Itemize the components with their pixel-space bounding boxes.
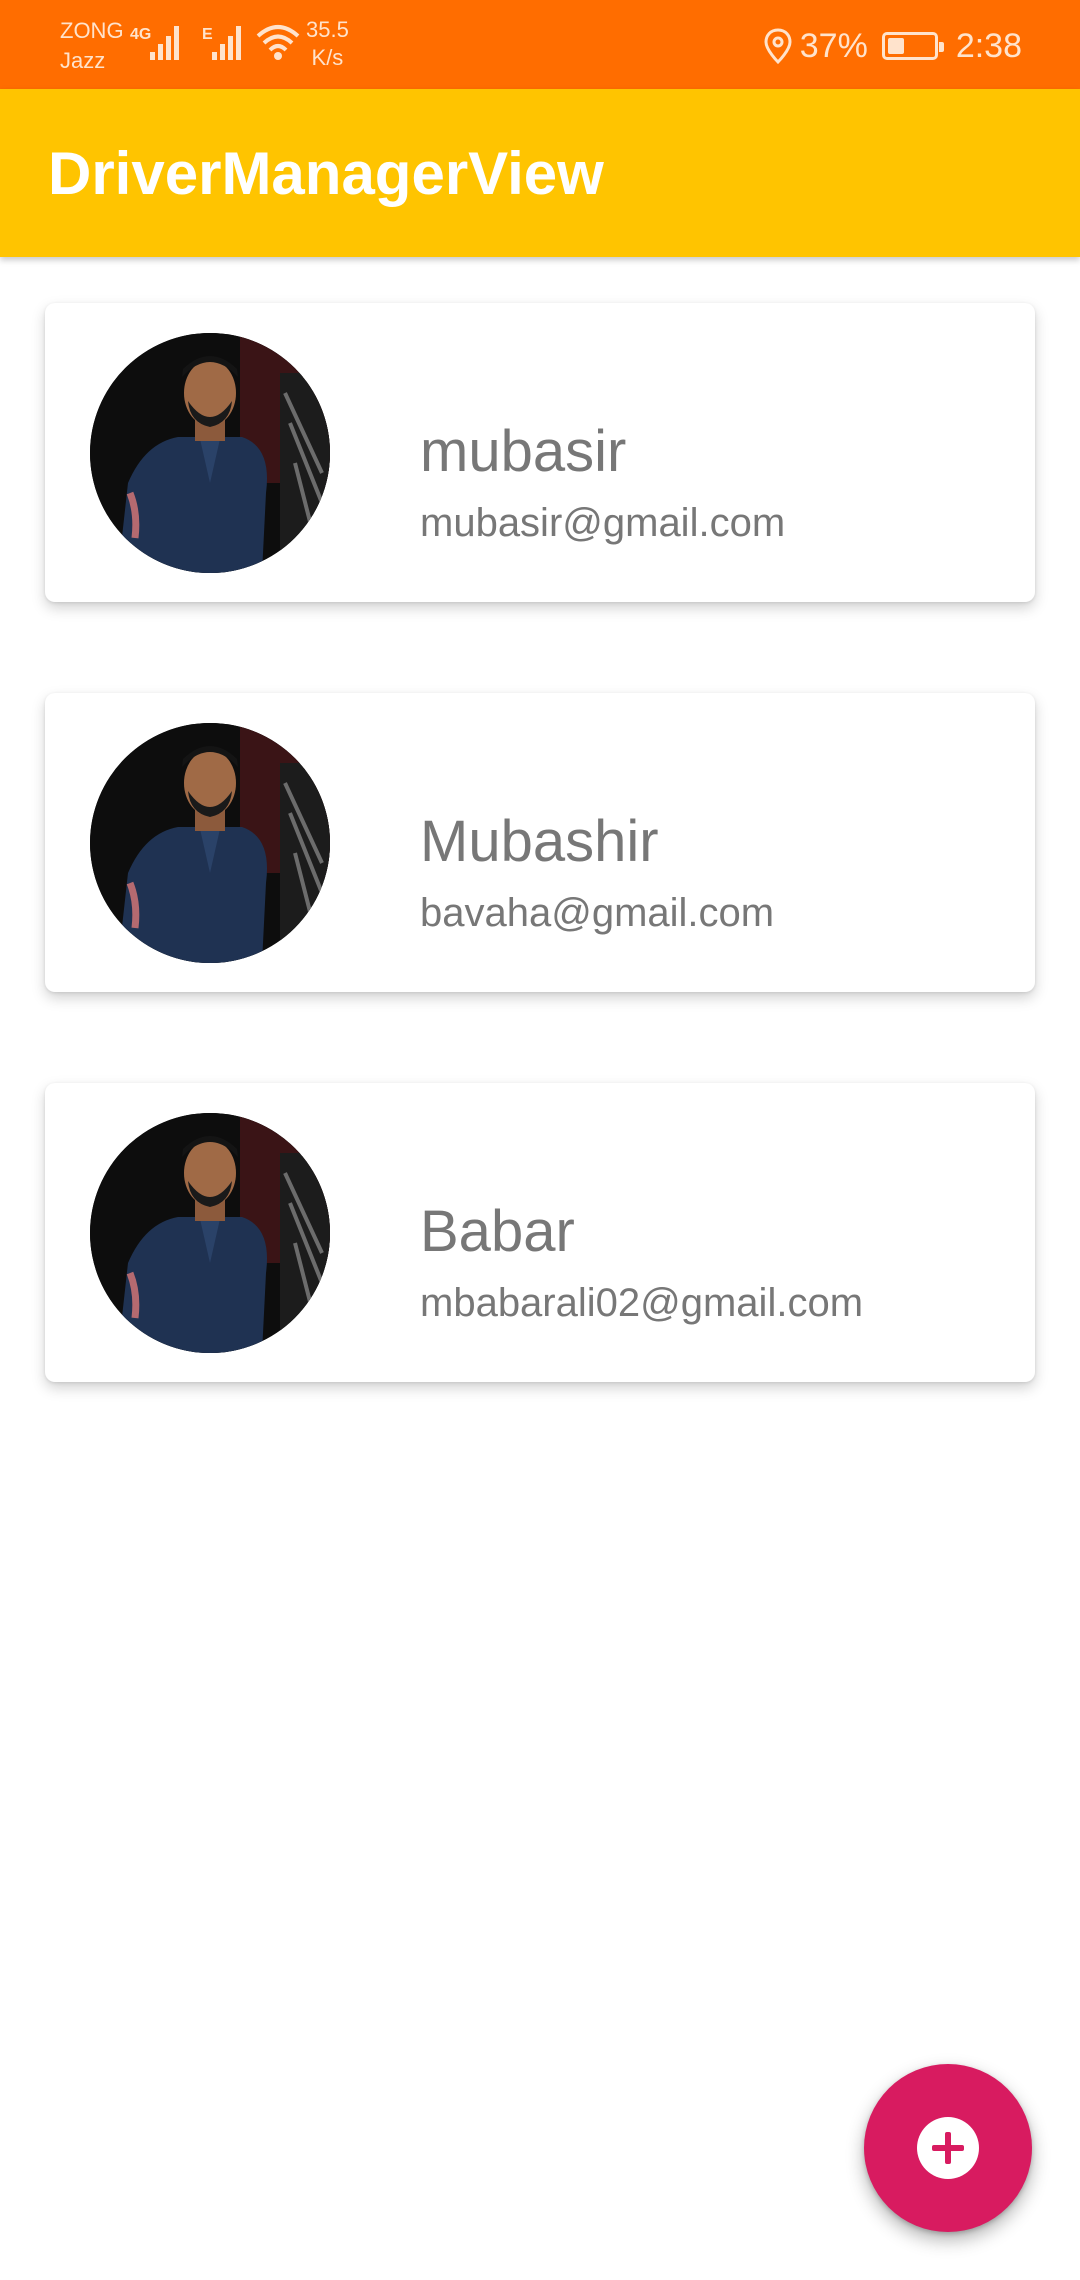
add-circle-icon: [917, 2117, 979, 2179]
wifi-icon: [256, 25, 300, 60]
driver-email: mubasir@gmail.com: [420, 501, 786, 545]
add-driver-button[interactable]: [864, 2064, 1032, 2232]
driver-email: mbabarali02@gmail.com: [420, 1281, 864, 1325]
driver-name: mubasir: [420, 419, 627, 484]
network-speed: 35.5 K/s: [306, 16, 349, 72]
battery-icon: [881, 32, 944, 60]
battery-level: [887, 38, 904, 54]
app-bar: DriverManagerView: [0, 89, 1080, 257]
battery-percent: 37%: [799, 26, 868, 65]
driver-avatar: [90, 723, 330, 963]
driver-name: Mubashir: [420, 809, 659, 874]
status-bar: ZONG Jazz 4G E 35.5 K/s 37% 2:38: [0, 0, 1080, 89]
status-right: 37% 2:38: [764, 24, 1022, 68]
carrier-primary: ZONG: [60, 18, 124, 43]
avatar-photo: [90, 723, 330, 963]
signal-icon: [150, 26, 179, 60]
network-type-primary: 4G: [130, 26, 152, 43]
driver-name: Babar: [420, 1199, 575, 1264]
driver-card[interactable]: Babar mbabarali02@gmail.com: [45, 1083, 1035, 1382]
page-title: DriverManagerView: [48, 140, 604, 207]
signal-icon-secondary: [212, 26, 241, 60]
driver-email: bavaha@gmail.com: [420, 891, 775, 935]
driver-avatar: [90, 1113, 330, 1353]
avatar-photo: [90, 333, 330, 573]
driver-avatar: [90, 333, 330, 573]
clock: 2:38: [955, 26, 1022, 65]
carrier-info: ZONG Jazz: [60, 16, 124, 76]
carrier-secondary: Jazz: [60, 48, 106, 73]
driver-card[interactable]: Mubashir bavaha@gmail.com: [45, 693, 1035, 992]
location-icon: [764, 28, 792, 64]
network-speed-unit: K/s: [311, 45, 344, 70]
network-speed-value: 35.5: [306, 17, 349, 42]
driver-card[interactable]: mubasir mubasir@gmail.com: [45, 303, 1035, 602]
avatar-photo: [90, 1113, 330, 1353]
